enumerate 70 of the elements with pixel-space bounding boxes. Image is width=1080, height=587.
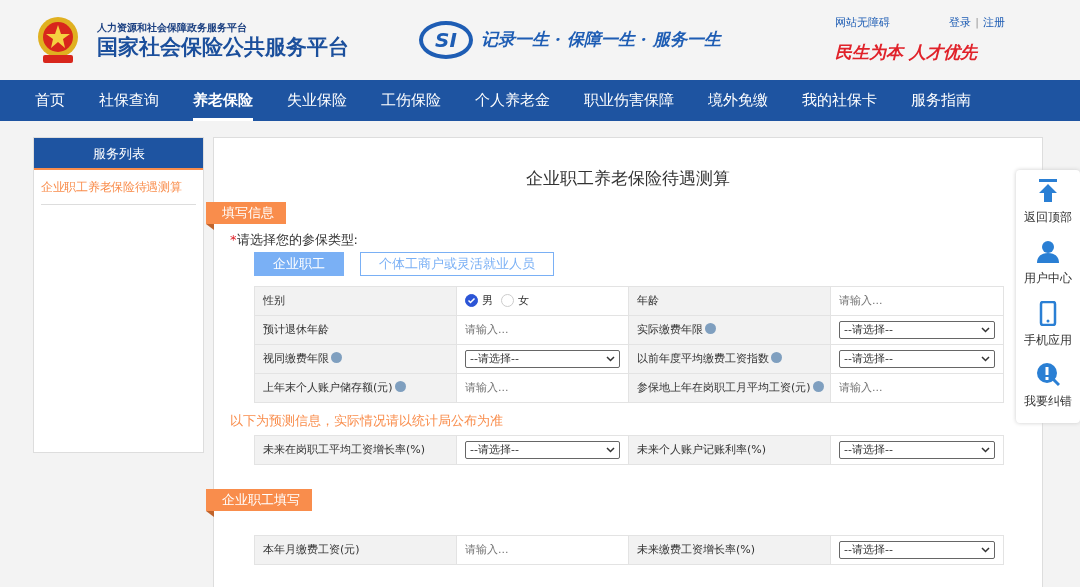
platform-title: 国家社会保险公共服务平台	[97, 34, 349, 61]
section-tag: 企业职工填写	[206, 488, 312, 511]
field-label: 本年月缴费工资(元)	[263, 542, 360, 556]
field-label: 未来在岗职工平均工资增长率(%)	[263, 442, 426, 456]
input-field[interactable]: 请输入...	[830, 286, 1004, 316]
text-input[interactable]: 请输入...	[839, 381, 995, 394]
chevron-down-icon	[606, 446, 615, 453]
select-field[interactable]: --请选择--	[465, 349, 620, 368]
select-field[interactable]: --请选择--	[465, 440, 620, 459]
input-field[interactable]: 请输入...	[830, 373, 1004, 403]
form-prompt: *请选择您的参保类型:	[230, 232, 359, 248]
field-label: 性别	[263, 293, 285, 307]
motto: 民生为本 人才优先	[835, 40, 979, 64]
link-separator: |	[975, 15, 979, 31]
field-label: 未来个人账户记账利率(%)	[637, 442, 767, 456]
radio-label: 男	[482, 294, 493, 307]
text-input[interactable]: 请输入...	[465, 323, 620, 336]
nav-tab[interactable]: 我的社保卡	[802, 80, 877, 121]
field-label: 未来缴费工资增长率(%)	[637, 542, 756, 556]
magnifier-exclamation-icon[interactable]	[1036, 361, 1060, 387]
back-to-top-icon[interactable]	[1036, 178, 1060, 203]
input-field[interactable]: 请输入...	[456, 535, 629, 565]
nav-tab[interactable]: 失业保险	[287, 80, 347, 121]
platform-subtitle: 人力资源和社会保障政务服务平台	[97, 20, 248, 35]
nav-tab[interactable]: 职业伤害保障	[584, 80, 674, 121]
select-field[interactable]: --请选择--	[839, 349, 995, 368]
user-icon[interactable]	[1036, 239, 1060, 265]
sidebar-header: 服务列表	[34, 138, 203, 170]
emblem-icon	[35, 15, 81, 65]
chevron-down-icon	[606, 355, 615, 362]
forecast-notice: 以下为预测信息，实际情况请以统计局公布为准	[230, 412, 504, 429]
accessibility-link[interactable]: 网站无障碍	[835, 15, 890, 32]
field-label: 以前年度平均缴费工资指数	[637, 352, 769, 366]
nav-tab[interactable]: 工伤保险	[381, 80, 441, 121]
select-field[interactable]: --请选择--	[839, 320, 995, 339]
text-input[interactable]: 请输入...	[839, 294, 995, 307]
select-field[interactable]: --请选择--	[839, 540, 995, 559]
register-link[interactable]: 注册	[983, 15, 1005, 32]
logo: SI	[419, 21, 473, 59]
float-link[interactable]: 返回顶部	[1024, 209, 1072, 227]
field-label: 实际缴费年限	[637, 323, 703, 337]
field-label: 预计退休年龄	[263, 322, 329, 336]
float-link[interactable]: 用户中心	[1024, 270, 1072, 288]
nav-tab[interactable]: 服务指南	[911, 80, 971, 121]
text-input[interactable]: 请输入...	[465, 543, 620, 556]
radio-button[interactable]	[465, 294, 478, 308]
nav-tab[interactable]: 个人养老金	[475, 80, 550, 121]
radio-label: 女	[518, 294, 529, 307]
field-label: 上年末个人账户储存额(元)	[263, 381, 393, 395]
float-link[interactable]: 我要纠错	[1024, 392, 1072, 410]
chevron-down-icon	[981, 326, 990, 333]
login-link[interactable]: 登录	[949, 15, 972, 32]
slogan: 记录一生 · 保障一生 · 服务一生	[481, 28, 721, 52]
text-input[interactable]: 请输入...	[465, 381, 620, 394]
input-field[interactable]: 请输入...	[456, 315, 629, 345]
chevron-down-icon	[981, 446, 990, 453]
field-label: 参保地上年在岗职工月平均工资(元)	[637, 381, 811, 395]
field-label: 年龄	[637, 293, 659, 307]
section-tag: 填写信息	[206, 202, 286, 225]
select-field[interactable]: --请选择--	[839, 440, 995, 459]
nav-tab[interactable]: 境外免缴	[708, 80, 768, 121]
field-label: 视同缴费年限	[263, 352, 329, 366]
nav-tab[interactable]: 养老保险	[193, 80, 253, 121]
chevron-down-icon	[981, 355, 990, 362]
nav-tab[interactable]: 首页	[35, 80, 65, 121]
chevron-down-icon	[981, 546, 990, 553]
input-field[interactable]: 请输入...	[456, 373, 629, 403]
float-link[interactable]: 手机应用	[1024, 331, 1072, 349]
nav-tab[interactable]: 社保查询	[99, 80, 159, 121]
page-title: 企业职工养老保险待遇测算	[525, 167, 731, 190]
